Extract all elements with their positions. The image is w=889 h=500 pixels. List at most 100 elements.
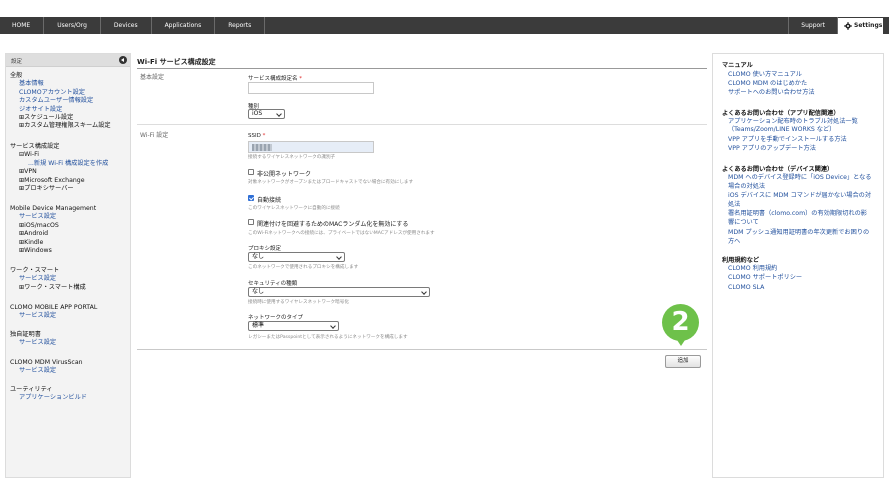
settings-sidebar: 設定 全般 基本情報 CLOMOアカウント設定 カスタムユーザー情報設定 ジオサ… <box>5 53 131 478</box>
chevron-down-icon <box>276 111 282 117</box>
add-button[interactable]: 追加 <box>665 355 701 368</box>
proxy-select-value: なし <box>252 253 265 260</box>
nav-users-org[interactable]: Users/Org <box>44 17 101 34</box>
sidebar-group-utility: ユーティリティ アプリケーションビルド <box>10 386 87 403</box>
network-type-field-label: ネットワークのタイプ <box>248 315 304 321</box>
terms-link-terms[interactable]: CLOMO 利用規約 <box>728 265 777 273</box>
sidebar-item-virusscan-service[interactable]: サービス設定 <box>10 367 83 375</box>
mac-randomization-checkbox[interactable] <box>248 219 254 225</box>
sidebar-item-new-wifi[interactable]: ...新規 Wi-Fi 構成設定を作成 <box>10 160 108 168</box>
sidebar-group-general: 全般 基本情報 CLOMOアカウント設定 カスタムユーザー情報設定 ジオサイト設… <box>10 72 111 131</box>
section-divider <box>137 124 707 125</box>
hidden-network-label: 非公開ネットワーク <box>257 171 312 178</box>
title-divider <box>137 68 707 69</box>
manual-link-usage[interactable]: CLOMO 使い方マニュアル <box>728 71 802 79</box>
sidebar-item-wifi[interactable]: ⊟Wi-Fi <box>10 151 108 159</box>
redacted-value <box>252 144 272 151</box>
network-type-select[interactable]: 標準 <box>248 321 339 331</box>
sidebar-item-kindle[interactable]: ⊞Kindle <box>10 239 96 247</box>
nav-devices[interactable]: Devices <box>101 17 152 34</box>
nav-applications[interactable]: Applications <box>152 17 216 34</box>
settings-tab-label: Settings <box>854 22 883 29</box>
sidebar-item-custom-user-info[interactable]: カスタムユーザー情報設定 <box>10 97 111 105</box>
sidebar-item-ws-service[interactable]: サービス設定 <box>10 275 86 283</box>
nav-home[interactable]: HOME <box>0 17 45 34</box>
sidebar-item-ios-macos[interactable]: ⊞iOS/macOS <box>10 222 96 230</box>
sidebar-item-portal-service[interactable]: サービス設定 <box>10 312 97 320</box>
terms-link-support-policy[interactable]: CLOMO サポートポリシー <box>728 274 802 282</box>
sidebar-item-mdm-service[interactable]: サービス設定 <box>10 213 96 221</box>
faq-app-link-troubleshoot-cont[interactable]: （Teams/Zoom/LINE WORKS など） <box>728 126 835 134</box>
faq-device-heading: よくあるお問い合わせ（デバイス関連） <box>722 166 834 173</box>
sidebar-item-basic-info[interactable]: 基本情報 <box>10 80 111 88</box>
network-type-hint: レガシーまたはPasspointとして表示されるようにネットワークを構成します <box>248 335 408 340</box>
security-select[interactable]: なし <box>248 287 430 297</box>
auto-join-hint: このワイヤレスネットワークに自動的に接続 <box>248 206 340 211</box>
faq-device-link-3[interactable]: 署名用証明書（clomo.com）の有効期限切れの影 <box>728 210 867 218</box>
auto-join-label: 自動接続 <box>257 197 282 204</box>
sidebar-item-proxy[interactable]: ⊞プロキシサーバー <box>10 185 108 193</box>
ssid-field-label: SSID * <box>248 133 265 139</box>
proxy-field-label: プロキシ設定 <box>248 246 282 252</box>
manual-link-getting-started[interactable]: CLOMO MDM のはじめかた <box>728 80 807 88</box>
sidebar-group-work-smart: ワーク・スマート サービス設定 ⊞ワーク・スマート構成 <box>10 267 86 292</box>
sidebar-item-clomo-account[interactable]: CLOMOアカウント設定 <box>10 89 111 97</box>
sidebar-group-certificate: 独自証明書 サービス設定 <box>10 331 56 348</box>
faq-device-link-1[interactable]: MDM へのデバイス登録時に「iOS Device」となる <box>728 174 872 182</box>
service-name-input[interactable] <box>248 82 374 94</box>
sidebar-group-virusscan: CLOMO MDM VirusScan サービス設定 <box>10 359 83 376</box>
faq-app-link-vpp-manual[interactable]: VPP アプリを手動でインストールする方法 <box>728 136 847 144</box>
ssid-hint: 接続するワイヤレスネットワークの識別子 <box>248 155 336 160</box>
step-marker: 2 <box>662 304 699 341</box>
sidebar-item-windows[interactable]: ⊞Windows <box>10 247 96 255</box>
nav-support[interactable]: Support <box>788 17 838 34</box>
collapse-sidebar-icon[interactable] <box>119 56 127 64</box>
faq-app-heading: よくあるお問い合わせ（アプリ配信関連） <box>722 110 840 117</box>
sidebar-item-custom-admin-scheme[interactable]: ⊞カスタム管理権限スキーム設定 <box>10 122 111 130</box>
main-nav: HOME Users/Org Devices Applications Repo… <box>0 17 266 34</box>
terms-heading: 利用規約など <box>722 257 760 264</box>
ssid-input[interactable] <box>248 141 374 153</box>
nav-reports[interactable]: Reports <box>215 17 266 34</box>
faq-device-link-2[interactable]: iOS デバイスに MDM コマンドが届かない場合の対 <box>728 192 871 200</box>
top-navigation-bar: HOME Users/Org Devices Applications Repo… <box>0 17 889 34</box>
sidebar-header: 設定 <box>6 54 130 67</box>
sidebar-item-vpn[interactable]: ⊞VPN <box>10 168 108 176</box>
sidebar-title: 設定 <box>11 59 23 65</box>
proxy-select[interactable]: なし <box>248 252 345 262</box>
step-marker-pointer <box>675 337 687 346</box>
form-bottom-divider <box>137 349 707 350</box>
proxy-hint: このネットワークで使用されるプロキシを構成します <box>248 265 359 270</box>
auto-join-checkbox[interactable] <box>248 195 254 201</box>
sidebar-group-app-portal: CLOMO MOBILE APP PORTAL サービス設定 <box>10 304 97 321</box>
manual-link-support-contact[interactable]: サポートへのお問い合わせ方法 <box>728 89 815 97</box>
sidebar-item-cert-service[interactable]: サービス設定 <box>10 339 56 347</box>
help-panel: マニュアル CLOMO 使い方マニュアル CLOMO MDM のはじめかた サポ… <box>712 53 884 478</box>
faq-device-link-4-cont[interactable]: 方へ <box>728 238 740 246</box>
faq-device-link-3-cont[interactable]: 響について <box>728 219 759 227</box>
basic-section-label: 基本設定 <box>140 74 165 81</box>
sidebar-item-app-build[interactable]: アプリケーションビルド <box>10 394 87 402</box>
security-select-value: なし <box>252 288 265 295</box>
faq-device-link-4[interactable]: MDM プッシュ通知用証明書の年次更新でお困りの <box>728 229 869 237</box>
faq-device-link-1-cont[interactable]: 場合の対処法 <box>728 183 765 191</box>
page-title: Wi-Fi サービス構成設定 <box>137 58 216 66</box>
network-type-select-value: 標準 <box>252 322 265 329</box>
faq-app-link-troubleshoot[interactable]: アプリケーション配布時のトラブル対処法一覧 <box>728 118 858 126</box>
nav-settings-tab[interactable]: Settings <box>838 18 883 34</box>
security-hint: 接続時に使用するワイヤレスネットワーク暗号化 <box>248 300 349 305</box>
faq-device-link-2-cont[interactable]: 処法 <box>728 201 740 209</box>
chevron-down-icon <box>330 323 336 329</box>
sidebar-group-service-config: サービス構成設定 ⊟Wi-Fi ...新規 Wi-Fi 構成設定を作成 ⊞VPN… <box>10 143 108 193</box>
sidebar-item-geosite[interactable]: ジオサイト設定 <box>10 106 111 114</box>
manual-heading: マニュアル <box>722 62 753 69</box>
faq-app-link-vpp-update[interactable]: VPP アプリのアップデート方法 <box>728 145 816 153</box>
sidebar-item-exchange[interactable]: ⊞Microsoft Exchange <box>10 177 108 185</box>
hidden-network-checkbox[interactable] <box>248 169 254 175</box>
sidebar-item-android[interactable]: ⊞Android <box>10 230 96 238</box>
mac-randomization-label: 関連付けを回避するためのMACランダム化を無効にする <box>257 221 409 228</box>
sidebar-item-ws-config[interactable]: ⊞ワーク・スマート構成 <box>10 284 86 292</box>
type-select[interactable]: iOS <box>248 109 285 119</box>
name-field-label: サービス構成設定名 * <box>248 74 302 82</box>
terms-link-sla[interactable]: CLOMO SLA <box>728 284 764 292</box>
